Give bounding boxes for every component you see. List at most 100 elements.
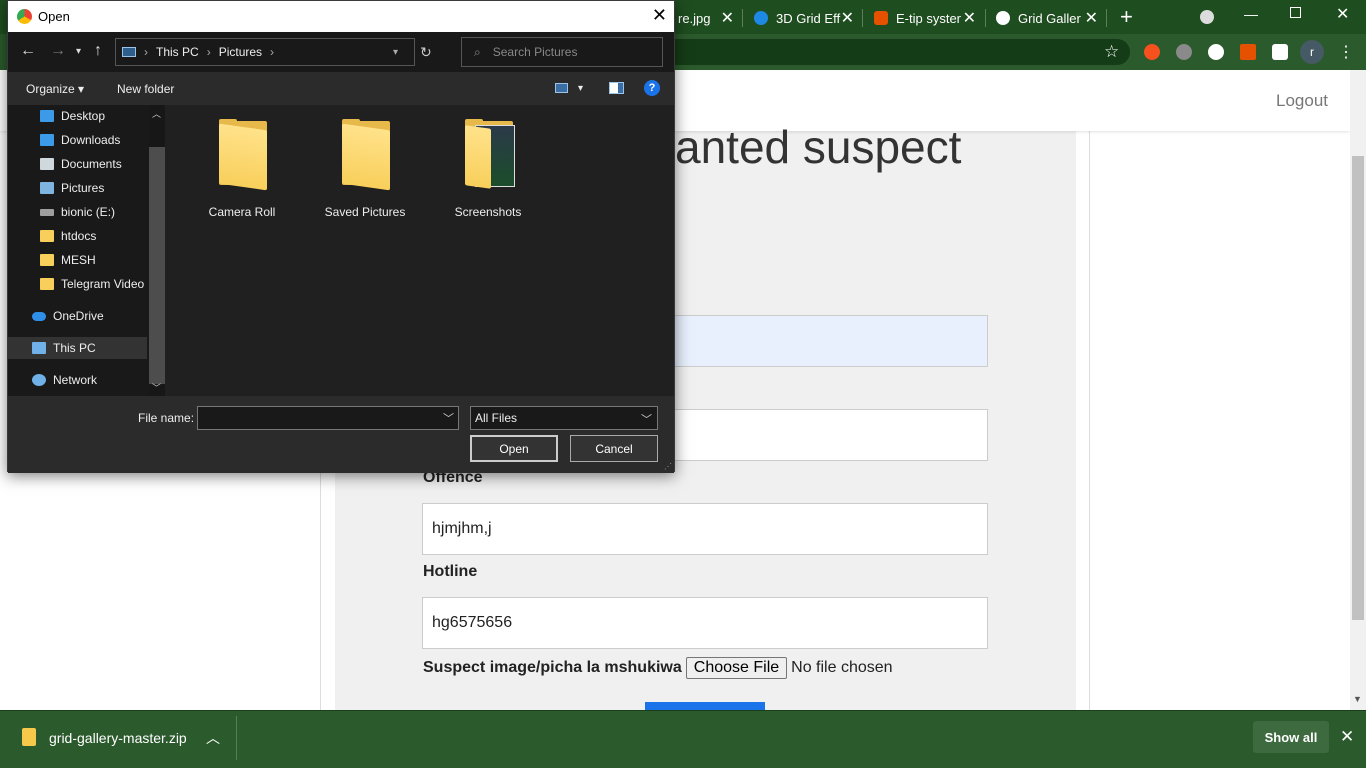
breadcrumb-pictures[interactable]: Pictures [219, 45, 262, 59]
scroll-down-icon[interactable]: ﹀ [152, 381, 161, 394]
nav-item-network[interactable]: Network [32, 369, 162, 391]
browser-menu-icon[interactable]: ⋮ [1338, 42, 1354, 62]
minimize-icon[interactable]: — [1244, 6, 1258, 22]
chrome-icon [17, 9, 32, 24]
folder-camera-roll[interactable]: Camera Roll [187, 119, 297, 219]
folder-icon [213, 119, 271, 197]
scroll-down-icon[interactable]: ▼ [1353, 694, 1362, 704]
folder-icon [40, 278, 54, 290]
zip-file-icon [22, 728, 36, 746]
back-arrow-icon[interactable]: ← [20, 42, 36, 60]
tab-favicon-icon [874, 11, 888, 25]
document-icon [40, 158, 54, 170]
nav-item-onedrive[interactable]: OneDrive [32, 305, 162, 327]
show-all-button[interactable]: Show all [1253, 721, 1329, 753]
extension-icon[interactable] [1144, 44, 1160, 60]
search-input[interactable]: ⌕ Search Pictures [461, 37, 663, 67]
forward-arrow-icon[interactable]: → [50, 42, 66, 60]
file-name-input[interactable]: ﹀ [197, 406, 459, 430]
no-file-text: No file chosen [791, 659, 893, 676]
network-icon [32, 374, 46, 386]
pictures-icon [40, 182, 54, 194]
drive-icon [40, 208, 54, 216]
extension-icon[interactable] [1208, 44, 1224, 60]
puzzle-icon[interactable] [1272, 44, 1288, 60]
download-separator [236, 716, 237, 760]
cancel-button[interactable]: Cancel [570, 435, 658, 462]
refresh-icon[interactable]: ↻ [420, 44, 432, 61]
organize-button[interactable]: Organize ▾ [26, 82, 84, 96]
gear-extension-icon[interactable] [1176, 44, 1192, 60]
close-window-icon[interactable]: ✕ [1336, 4, 1349, 24]
extension-off-icon[interactable] [1240, 44, 1256, 60]
hotline-input[interactable]: hg6575656 [422, 597, 988, 649]
close-tab-icon[interactable]: ✕ [841, 8, 854, 28]
browser-tab[interactable]: re.jpg ✕ [670, 4, 742, 32]
dialog-title: Open [38, 9, 70, 24]
close-tab-icon[interactable]: ✕ [721, 8, 734, 28]
folder-icon [40, 254, 54, 266]
computer-icon [32, 342, 46, 354]
tab-title: re.jpg [678, 10, 711, 26]
download-file-name[interactable]: grid-gallery-master.zip [49, 730, 187, 746]
page-heading: anted suspect [675, 121, 962, 173]
breadcrumb[interactable]: › This PC › Pictures › ▾ [115, 38, 415, 66]
folder-icon [459, 119, 517, 197]
choose-file-button[interactable]: Choose File [685, 657, 788, 679]
preview-pane-icon[interactable] [609, 82, 624, 94]
search-placeholder: Search Pictures [492, 45, 578, 59]
change-view-icon[interactable] [555, 83, 568, 93]
dialog-command-bar: Organize ▾ New folder ▾ ? [8, 72, 674, 105]
folder-screenshots[interactable]: Screenshots [433, 119, 543, 219]
desktop-icon [40, 110, 54, 122]
nav-item-this-pc[interactable]: This PC [8, 337, 147, 359]
navigation-pane: Desktop📌 Downloads📌 Documents📌 Pictures📌… [8, 105, 168, 396]
help-icon[interactable]: ? [644, 80, 660, 96]
restore-icon[interactable] [1290, 7, 1301, 18]
bookmark-star-icon[interactable]: ☆ [1104, 42, 1119, 62]
browser-tab[interactable]: 3D Grid Eff ✕ [746, 4, 862, 32]
this-pc-icon [122, 47, 136, 57]
tab-favicon-icon [754, 11, 768, 25]
folder-icon [40, 230, 54, 242]
file-type-select[interactable]: All Files ﹀ [470, 406, 658, 430]
file-name-label: File name: [138, 411, 195, 425]
chevron-down-icon[interactable]: ﹀ [443, 410, 454, 426]
tab-search-icon[interactable] [1200, 10, 1214, 24]
open-button[interactable]: Open [470, 435, 558, 462]
breadcrumb-this-pc[interactable]: This PC [156, 45, 199, 59]
folder-saved-pictures[interactable]: Saved Pictures [310, 119, 420, 219]
globe-icon [996, 11, 1010, 25]
profile-avatar[interactable]: r [1300, 40, 1324, 64]
breadcrumb-dropdown-icon[interactable]: ▾ [393, 47, 398, 58]
offence-input[interactable]: hjmjhm,j [422, 503, 988, 555]
new-tab-button[interactable]: + [1120, 4, 1133, 30]
folder-icon [336, 119, 394, 197]
open-file-dialog: Open ✕ ← → ▾ ↑ › This PC › Pictures › ▾ … [7, 0, 675, 473]
close-tab-icon[interactable]: ✕ [1085, 8, 1098, 28]
view-options-chevron-icon[interactable]: ▾ [578, 83, 583, 94]
recent-locations-chevron-icon[interactable]: ▾ [76, 46, 81, 57]
chevron-down-icon: ﹀ [641, 414, 652, 426]
new-folder-button[interactable]: New folder [117, 82, 174, 96]
close-tab-icon[interactable]: ✕ [963, 8, 976, 28]
dialog-bottom-bar: File name: ﹀ All Files ﹀ Open Cancel ⋰ [8, 396, 674, 473]
nav-pane-scrollbar-thumb[interactable] [149, 147, 165, 384]
page-scrollbar-thumb[interactable] [1352, 156, 1364, 620]
chevron-up-icon[interactable]: ︿ [206, 728, 220, 748]
suspect-image-label: Suspect image/picha la mshukiwa [423, 659, 682, 676]
dialog-title-bar: Open ✕ [8, 1, 674, 32]
up-arrow-icon[interactable]: ↑ [94, 42, 102, 60]
scroll-up-icon[interactable]: ︿ [152, 107, 161, 120]
download-icon [40, 134, 54, 146]
close-download-bar-icon[interactable]: ✕ [1340, 727, 1354, 747]
browser-tab[interactable]: E-tip syster ✕ [866, 4, 984, 32]
suspect-image-row: Suspect image/picha la mshukiwa Choose F… [423, 656, 893, 680]
submit-button[interactable] [645, 702, 765, 710]
logout-link[interactable]: Logout [1276, 91, 1328, 111]
browser-tab-active[interactable]: Grid Galler ✕ [988, 4, 1106, 32]
close-dialog-icon[interactable]: ✕ [652, 5, 667, 26]
tab-title: E-tip syster [896, 10, 962, 26]
cloud-icon [32, 311, 46, 321]
resize-grip-icon[interactable]: ⋰ [664, 462, 672, 471]
